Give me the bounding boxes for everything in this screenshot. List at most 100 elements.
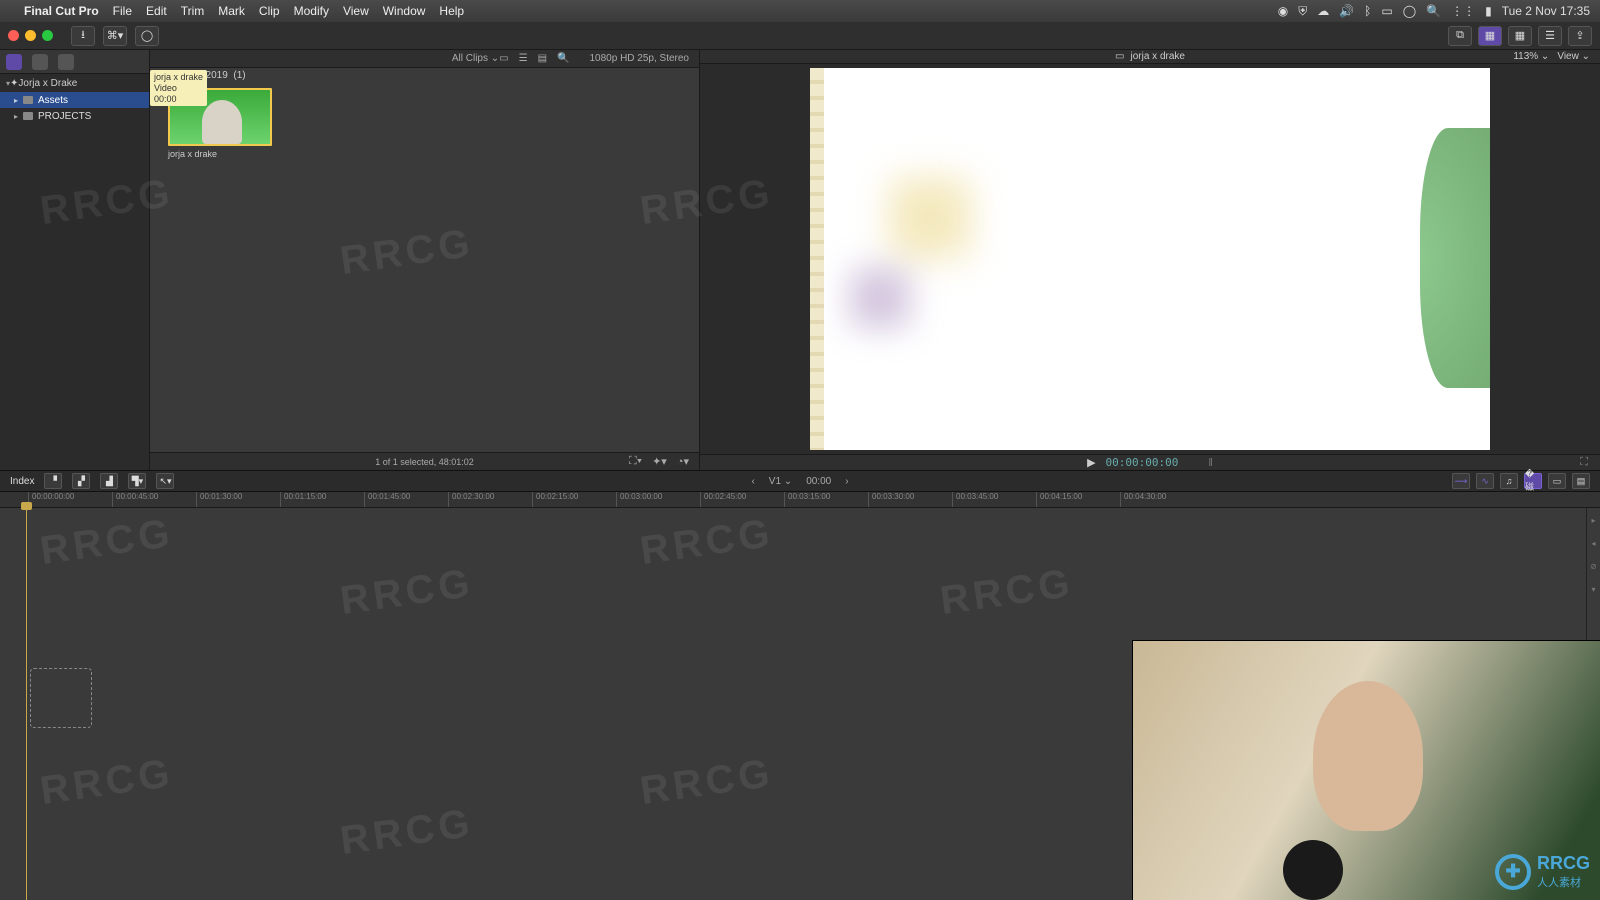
menu-view[interactable]: View <box>343 4 369 18</box>
viewer-canvas[interactable] <box>810 68 1490 450</box>
transform-tool-icon[interactable]: ⛶▾ <box>629 455 642 468</box>
ruler-tick: 00:04:15:00 <box>1036 492 1120 507</box>
format-info: 1080p HD 25p, Stereo <box>589 53 689 64</box>
status-volume-icon[interactable]: 🔊 <box>1339 4 1354 18</box>
snapping-button[interactable]: �磁 <box>1524 473 1542 489</box>
audio-skimming-button[interactable]: ∿ <box>1476 473 1494 489</box>
canvas-content <box>1420 128 1490 388</box>
status-search-icon[interactable]: 🔍 <box>1426 4 1441 18</box>
fullscreen-button[interactable]: ⛶ <box>1580 456 1588 469</box>
placeholder-clip[interactable] <box>30 668 92 728</box>
clip-appearance-icon[interactable]: ▤ <box>538 53 547 64</box>
ruler-tick: 00:01:30:00 <box>196 492 280 507</box>
viewer-panel: ▭ jorja x drake 113% ⌄ View ⌄ ▶ 00:00 <box>700 50 1600 470</box>
status-record-icon[interactable]: ◉ <box>1278 4 1288 18</box>
status-cloud-icon[interactable]: ☁ <box>1317 4 1329 18</box>
browser-footer: 1 of 1 selected, 48:01:02 ⛶▾ ✦▾ ◔▾ <box>150 452 699 470</box>
prev-edit-button[interactable]: ‖ <box>1208 457 1213 469</box>
retime-tool-icon[interactable]: ◔▾ <box>677 455 689 468</box>
inspector-toggle-button[interactable]: ☰ <box>1538 26 1562 46</box>
project-icon: ▭ <box>1115 51 1124 62</box>
zoom-window-button[interactable] <box>42 30 53 41</box>
list-view-icon[interactable]: ☰ <box>519 53 528 64</box>
rail-marker-icon[interactable]: ⊘ <box>1590 562 1597 571</box>
libraries-tab-icon[interactable] <box>6 54 22 70</box>
app-name[interactable]: Final Cut Pro <box>24 4 99 18</box>
main-area: ▾ ✦ Jorja x Drake ▸ Assets ▸ PROJECTS Al… <box>0 50 1600 470</box>
append-clip-button[interactable]: ▟ <box>100 473 118 489</box>
viewer-timecode[interactable]: 00:00:00:00 <box>1106 456 1179 469</box>
timeline-appearance-button[interactable]: ▤ <box>1572 473 1590 489</box>
playhead[interactable] <box>26 508 27 900</box>
skimming-button[interactable]: ⟿ <box>1452 473 1470 489</box>
menu-modify[interactable]: Modify <box>294 4 329 18</box>
zoom-dropdown[interactable]: 113% ⌄ <box>1513 51 1549 62</box>
filmstrip-view-icon[interactable]: ▭ <box>499 53 508 64</box>
photos-tab-icon[interactable] <box>32 54 48 70</box>
sidebar-item-assets[interactable]: ▸ Assets <box>0 92 149 108</box>
close-window-button[interactable] <box>8 30 19 41</box>
selection-status: 1 of 1 selected, 48:01:02 <box>375 457 474 467</box>
library-sidebar: ▾ ✦ Jorja x Drake ▸ Assets ▸ PROJECTS <box>0 50 150 470</box>
chevron-down-icon: ▾ <box>6 79 10 88</box>
status-wifi-icon[interactable]: ⋮⋮ <box>1451 4 1475 18</box>
workspace-layout-1-button[interactable]: ▦ <box>1478 26 1502 46</box>
timeline-nav-next[interactable]: › <box>845 476 848 487</box>
logo-subtext: 人人素材 <box>1537 874 1590 890</box>
search-icon[interactable]: 🔍 <box>557 53 569 64</box>
index-button[interactable]: Index <box>10 476 34 487</box>
rail-marker-icon[interactable]: ◂ <box>1591 539 1595 548</box>
window-controls <box>8 30 53 41</box>
enhance-tool-icon[interactable]: ✦▾ <box>652 455 667 468</box>
import-button[interactable]: ⭳ <box>71 26 95 46</box>
overwrite-clip-button[interactable]: ▜▾ <box>128 473 146 489</box>
titles-tab-icon[interactable] <box>58 54 74 70</box>
sidebar-item-projects[interactable]: ▸ PROJECTS <box>0 108 149 124</box>
clip-appearance-button[interactable]: ▭ <box>1548 473 1566 489</box>
keyword-button[interactable]: ⌘▾ <box>103 26 127 46</box>
menu-file[interactable]: File <box>113 4 132 18</box>
logo-mark-icon: ✚ <box>1495 854 1531 890</box>
view-dropdown[interactable]: View ⌄ <box>1557 51 1590 62</box>
minimize-window-button[interactable] <box>25 30 36 41</box>
insert-clip-button[interactable]: ▞ <box>72 473 90 489</box>
rail-marker-icon[interactable]: ▸ <box>1591 516 1595 525</box>
menu-help[interactable]: Help <box>439 4 464 18</box>
connect-clip-button[interactable]: ▝ <box>44 473 62 489</box>
menu-trim[interactable]: Trim <box>181 4 205 18</box>
clip-filter-dropdown[interactable]: All Clips ⌄ <box>452 53 499 64</box>
workspace-layout-2-button[interactable]: ▦ <box>1508 26 1532 46</box>
bg-tasks-button[interactable]: ◯ <box>135 26 159 46</box>
browser-body[interactable]: jorja x drake Video 00:00 lov 2019 (1) j… <box>150 68 699 452</box>
menu-edit[interactable]: Edit <box>146 4 167 18</box>
status-shield-icon[interactable]: ⛨ <box>1298 4 1307 19</box>
status-battery-icon[interactable]: ▮ <box>1485 4 1492 18</box>
status-user-icon[interactable]: ◯ <box>1403 4 1416 18</box>
library-label: Jorja x Drake <box>18 78 77 89</box>
timeline-nav-prev[interactable]: ‹ <box>751 476 754 487</box>
tools-dropdown[interactable]: ↖▾ <box>156 473 174 489</box>
play-button[interactable]: ▶ <box>1087 456 1095 469</box>
date-group-count: (1) <box>233 70 245 81</box>
menubar-clock[interactable]: Tue 2 Nov 17:35 <box>1502 4 1590 18</box>
rail-marker-icon[interactable]: ▾ <box>1591 585 1595 594</box>
track-dropdown[interactable]: V1 ⌄ <box>769 476 792 487</box>
zoom-value: 113% <box>1513 51 1538 62</box>
library-name[interactable]: ▾ ✦ Jorja x Drake <box>0 74 149 92</box>
viewer-canvas-area[interactable] <box>700 64 1600 454</box>
menu-clip[interactable]: Clip <box>259 4 280 18</box>
menu-mark[interactable]: Mark <box>218 4 245 18</box>
share-button[interactable]: ⇪ <box>1568 26 1592 46</box>
status-bluetooth-icon[interactable]: ᛒ <box>1364 4 1371 18</box>
viewer-project-name: jorja x drake <box>1130 51 1184 62</box>
status-display-icon[interactable]: ▭ <box>1381 4 1392 18</box>
arrange-button[interactable]: ⧉ <box>1448 26 1472 46</box>
view-label: View <box>1557 51 1579 62</box>
solo-button[interactable]: ♫ <box>1500 473 1518 489</box>
timeline-ruler[interactable]: 00:00:00:00 00:00:45:00 00:01:30:00 00:0… <box>0 492 1600 508</box>
chevron-right-icon: ▸ <box>14 112 18 121</box>
ruler-tick: 00:02:45:00 <box>700 492 784 507</box>
ruler-tick: 00:02:30:00 <box>448 492 532 507</box>
canvas-content <box>890 178 970 258</box>
menu-window[interactable]: Window <box>383 4 426 18</box>
